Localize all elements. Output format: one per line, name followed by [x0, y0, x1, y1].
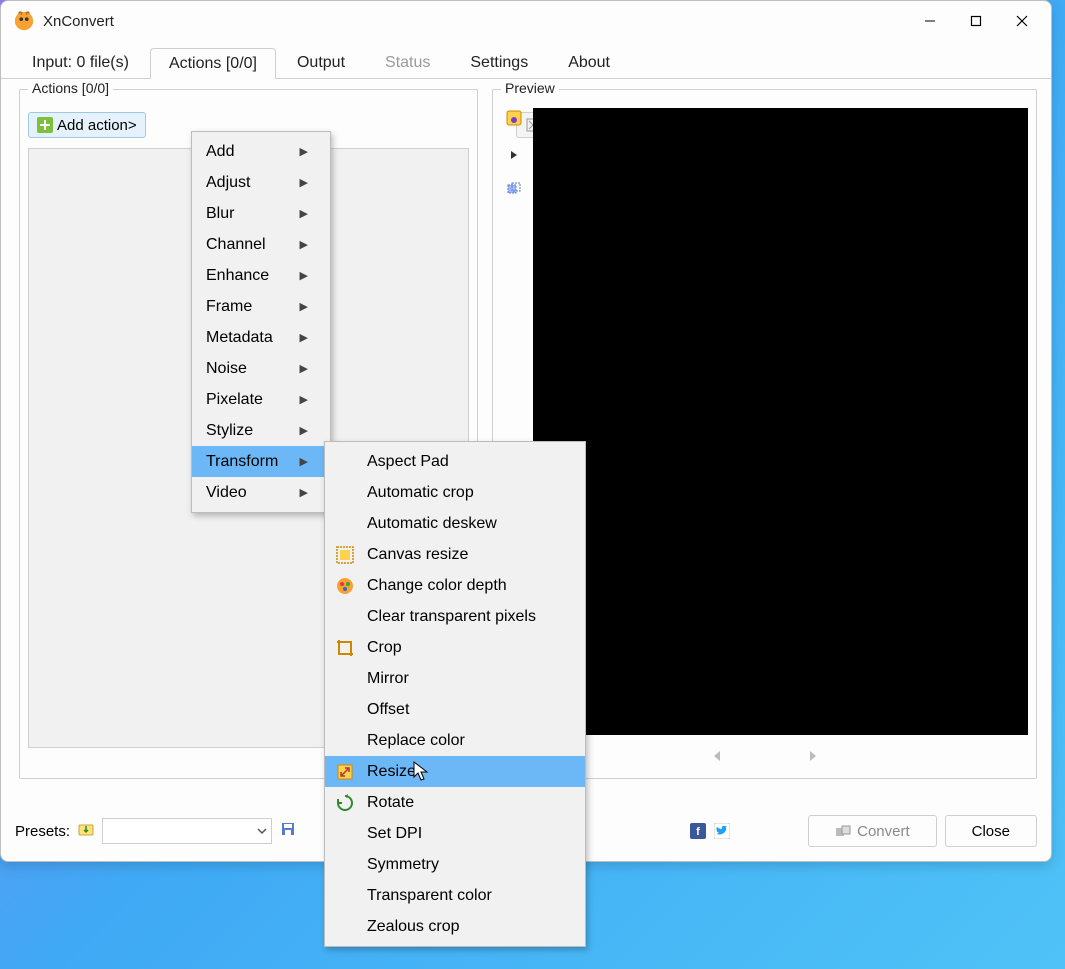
canvas-resize-icon: [335, 545, 355, 565]
minimize-button[interactable]: [907, 6, 953, 36]
add-action-button[interactable]: Add action>: [28, 112, 146, 138]
prev-image-button[interactable]: [707, 747, 725, 770]
menu-item-metadata[interactable]: Metadata▶: [192, 322, 330, 353]
submenu-arrow-icon: ▶: [300, 393, 308, 406]
submenu-item-mirror[interactable]: Mirror: [325, 663, 585, 694]
preview-before-icon[interactable]: [506, 110, 522, 131]
tab-input[interactable]: Input: 0 file(s): [13, 47, 148, 78]
submenu-item-resize[interactable]: Resize: [325, 756, 585, 787]
menu-item-add[interactable]: Add▶: [192, 136, 330, 167]
maximize-button[interactable]: [953, 6, 999, 36]
menu-item-noise[interactable]: Noise▶: [192, 353, 330, 384]
tab-settings[interactable]: Settings: [451, 47, 547, 78]
submenu-item-rotate[interactable]: Rotate: [325, 787, 585, 818]
convert-icon: [835, 823, 851, 839]
plus-icon: [37, 117, 53, 133]
submenu-arrow-icon: ▶: [300, 176, 308, 189]
save-preset-icon[interactable]: [280, 821, 296, 842]
submenu-item-replace-color[interactable]: Replace color: [325, 725, 585, 756]
window-title: XnConvert: [43, 13, 907, 30]
tab-status[interactable]: Status: [366, 47, 449, 78]
submenu-item-change-color-depth[interactable]: Change color depth: [325, 570, 585, 601]
submenu-arrow-icon: ▶: [300, 207, 308, 220]
submenu-item-offset[interactable]: Offset: [325, 694, 585, 725]
submenu-item-clear-transparent-pixels[interactable]: Clear transparent pixels: [325, 601, 585, 632]
submenu-arrow-icon: ▶: [300, 455, 308, 468]
transform-submenu: Aspect PadAutomatic cropAutomatic deskew…: [324, 441, 586, 947]
presets-load-icon[interactable]: [78, 821, 94, 842]
preview-group-title: Preview: [501, 80, 559, 96]
tab-about[interactable]: About: [549, 47, 629, 78]
submenu-item-aspect-pad[interactable]: Aspect Pad: [325, 446, 585, 477]
convert-button[interactable]: Convert: [808, 815, 937, 847]
submenu-arrow-icon: ▶: [300, 486, 308, 499]
submenu-arrow-icon: ▶: [300, 424, 308, 437]
presets-combo[interactable]: [102, 818, 272, 844]
submenu-item-set-dpi[interactable]: Set DPI: [325, 818, 585, 849]
submenu-arrow-icon: ▶: [300, 269, 308, 282]
submenu-arrow-icon: ▶: [300, 331, 308, 344]
titlebar: XnConvert: [1, 1, 1051, 41]
tab-output[interactable]: Output: [278, 47, 364, 78]
submenu-arrow-icon: ▶: [300, 362, 308, 375]
chevron-down-icon: [257, 826, 267, 836]
add-action-category-menu: Add▶Adjust▶Blur▶Channel▶Enhance▶Frame▶Me…: [191, 131, 331, 513]
preview-canvas: [533, 108, 1028, 735]
change-color-depth-icon: [335, 576, 355, 596]
submenu-item-transparent-color[interactable]: Transparent color: [325, 880, 585, 911]
tab-actions[interactable]: Actions [0/0]: [150, 48, 276, 79]
crop-icon: [335, 638, 355, 658]
preview-after-icon[interactable]: [506, 181, 522, 202]
submenu-item-canvas-resize[interactable]: Canvas resize: [325, 539, 585, 570]
submenu-arrow-icon: ▶: [300, 238, 308, 251]
menu-item-channel[interactable]: Channel▶: [192, 229, 330, 260]
menu-item-stylize[interactable]: Stylize▶: [192, 415, 330, 446]
close-window-button[interactable]: [999, 6, 1045, 36]
submenu-item-symmetry[interactable]: Symmetry: [325, 849, 585, 880]
menu-item-enhance[interactable]: Enhance▶: [192, 260, 330, 291]
menu-item-transform[interactable]: Transform▶: [192, 446, 330, 477]
rotate-icon: [335, 793, 355, 813]
next-image-button[interactable]: [805, 747, 823, 770]
svg-text:f: f: [696, 826, 700, 838]
tab-bar: Input: 0 file(s) Actions [0/0] Output St…: [1, 47, 1051, 79]
submenu-item-automatic-deskew[interactable]: Automatic deskew: [325, 508, 585, 539]
submenu-item-crop[interactable]: Crop: [325, 632, 585, 663]
submenu-arrow-icon: ▶: [300, 300, 308, 313]
preview-play-icon[interactable]: [509, 147, 519, 165]
presets-label: Presets:: [15, 823, 70, 840]
facebook-icon[interactable]: f: [690, 823, 706, 839]
menu-item-adjust[interactable]: Adjust▶: [192, 167, 330, 198]
menu-item-video[interactable]: Video▶: [192, 477, 330, 508]
twitter-icon[interactable]: [714, 823, 730, 839]
submenu-item-zealous-crop[interactable]: Zealous crop: [325, 911, 585, 942]
submenu-item-automatic-crop[interactable]: Automatic crop: [325, 477, 585, 508]
menu-item-blur[interactable]: Blur▶: [192, 198, 330, 229]
submenu-arrow-icon: ▶: [300, 145, 308, 158]
actions-group-title: Actions [0/0]: [28, 80, 113, 96]
menu-item-frame[interactable]: Frame▶: [192, 291, 330, 322]
menu-item-pixelate[interactable]: Pixelate▶: [192, 384, 330, 415]
app-icon: [13, 10, 35, 32]
resize-icon: [335, 762, 355, 782]
close-button[interactable]: Close: [945, 815, 1037, 847]
